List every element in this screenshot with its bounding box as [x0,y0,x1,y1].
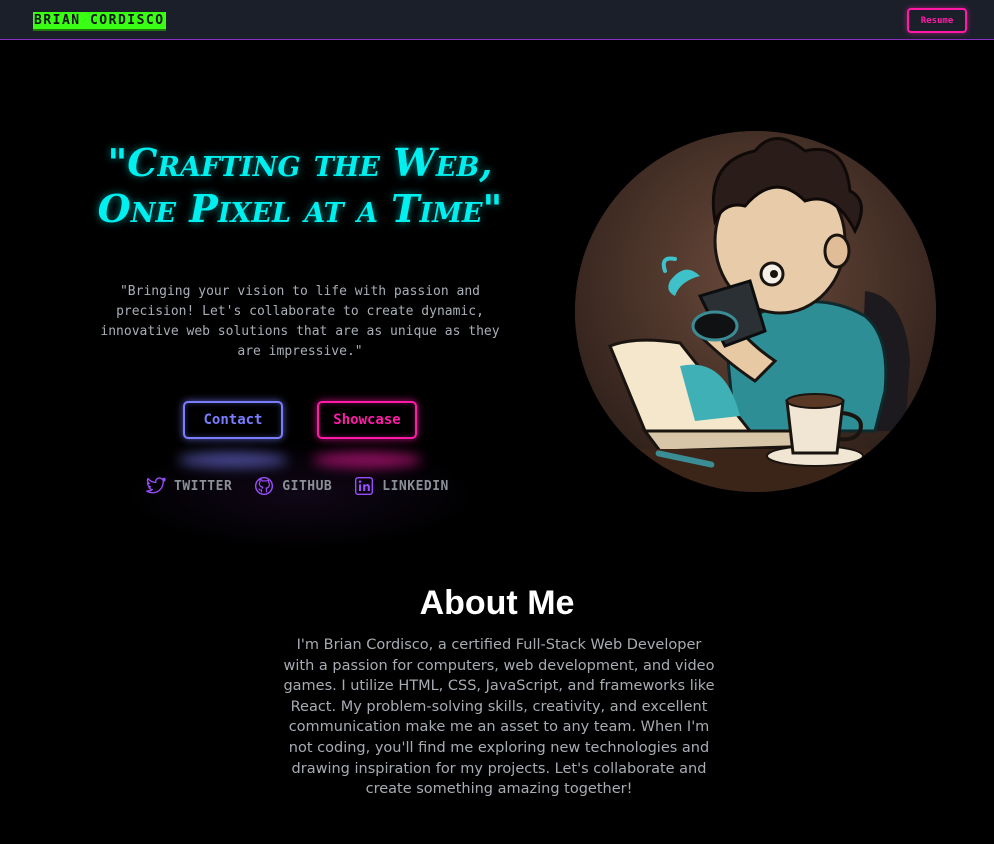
social-label-linkedin: LINKEDIN [382,478,449,494]
contact-button-reflection [178,452,288,468]
profile-avatar [575,131,936,492]
contact-button[interactable]: Contact [183,401,283,439]
github-icon [255,476,274,496]
linkedin-icon [355,476,374,496]
resume-button[interactable]: Resume [907,8,967,33]
brand-logo[interactable]: BRIAN CORDISCO [33,12,166,31]
social-link-github[interactable]: GITHUB [254,476,332,496]
twitter-icon [146,477,166,494]
about-title: About Me [419,584,575,622]
social-link-twitter[interactable]: TWITTER [146,477,232,495]
showcase-button-reflection [312,452,422,468]
avatar-illustration [575,131,936,492]
social-links: TWITTER GITHUB LINKEDIN [146,476,471,496]
about-text: I'm Brian Cordisco, a certified Full-Sta… [283,637,715,798]
showcase-button[interactable]: Showcase [317,401,417,439]
hero-subtitle: "Bringing your vision to life with passi… [100,284,500,359]
hero-title: "Crafting the Web, One Pixel at a Time" [97,140,503,231]
navbar: BRIAN CORDISCO Resume [0,0,994,40]
social-link-linkedin[interactable]: LINKEDIN [354,476,449,496]
social-label-twitter: TWITTER [174,478,233,494]
social-label-github: GITHUB [282,478,333,494]
